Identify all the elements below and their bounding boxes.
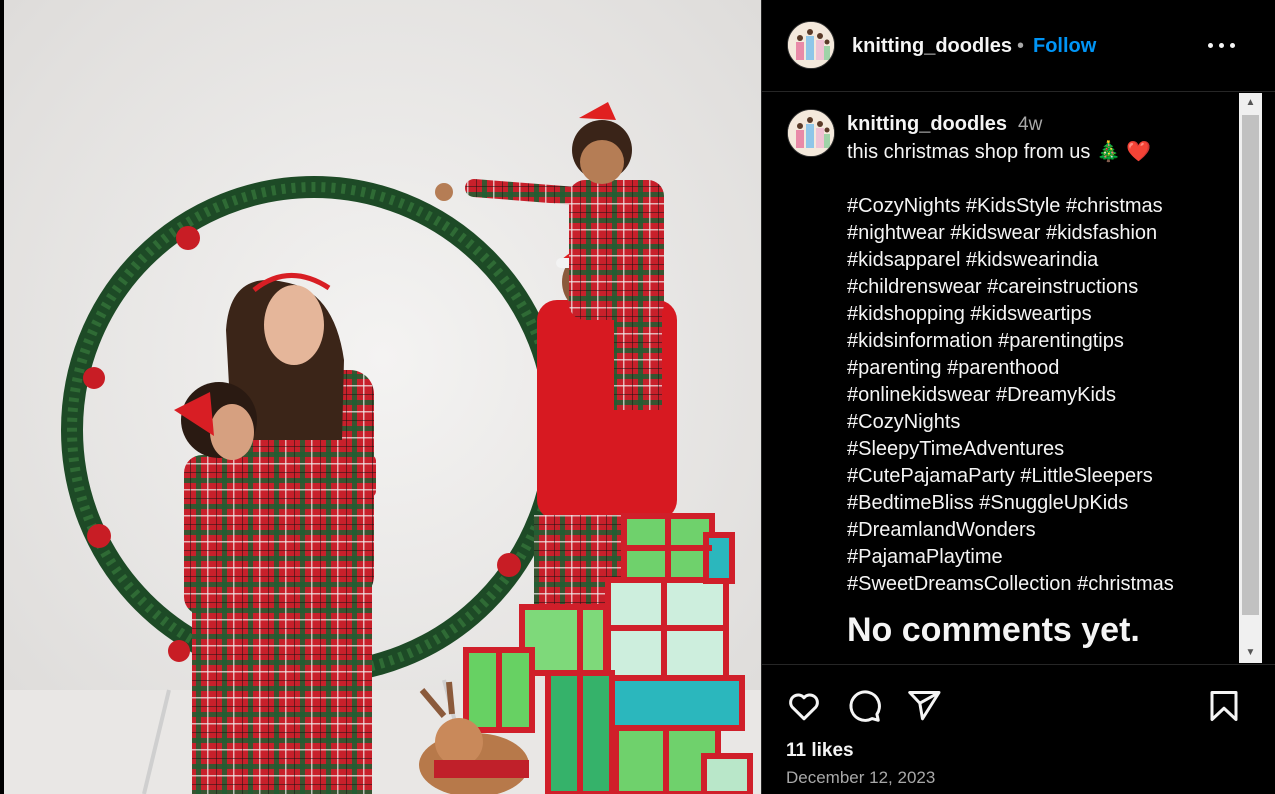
post-side-panel: knitting_doodles • Follow knitting_doodl… (761, 0, 1275, 794)
more-options-icon[interactable] (1208, 34, 1238, 58)
scroll-down-icon[interactable]: ▼ (1239, 643, 1262, 663)
scrollbar[interactable]: ▲ ▼ (1239, 93, 1262, 663)
family-avatar-icon[interactable] (787, 21, 835, 69)
post-image[interactable] (4, 0, 761, 794)
no-comments-label: No comments yet. (847, 611, 1140, 649)
share-icon[interactable] (906, 688, 942, 724)
separator-dot: • (1017, 35, 1025, 57)
post-author-username[interactable]: knitting_doodles (852, 35, 1012, 58)
post-date[interactable]: December 12, 2023 (786, 768, 935, 788)
caption-text: this christmas shop from us 🎄 ❤️ #CozyNi… (847, 141, 1174, 595)
comments-scroll-area[interactable]: knitting_doodles 4w this christmas shop … (762, 93, 1239, 663)
caption-username[interactable]: knitting_doodles (847, 113, 1007, 136)
bookmark-icon[interactable] (1206, 688, 1242, 724)
comment-icon[interactable] (846, 688, 882, 724)
caption-avatar[interactable] (787, 109, 835, 157)
likes-count[interactable]: 11 likes (786, 740, 854, 762)
scrollbar-thumb[interactable] (1242, 115, 1259, 615)
post-actions: 11 likes December 12, 2023 (762, 664, 1275, 794)
follow-button[interactable]: Follow (1033, 35, 1096, 58)
post-header: knitting_doodles • Follow (762, 0, 1275, 92)
heart-icon[interactable] (786, 688, 822, 724)
caption-timestamp[interactable]: 4w (1018, 114, 1042, 136)
christmas-family-photo (4, 0, 761, 794)
scroll-up-icon[interactable]: ▲ (1239, 93, 1262, 113)
